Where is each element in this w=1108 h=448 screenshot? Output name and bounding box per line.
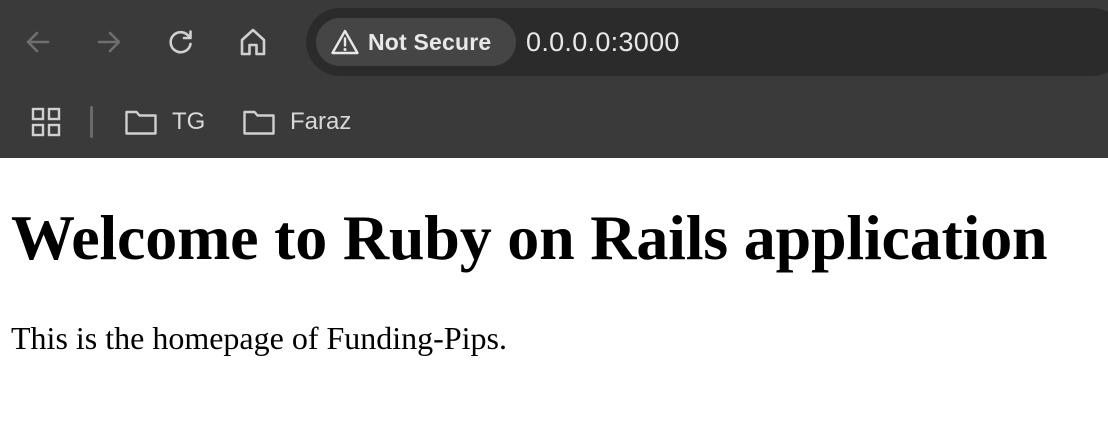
page-body-text: This is the homepage of Funding-Pips. — [11, 320, 507, 356]
arrow-left-icon — [26, 31, 50, 53]
apps-grid-icon — [31, 107, 61, 137]
security-chip[interactable]: Not Secure — [316, 18, 516, 66]
bookmark-label: TG — [172, 108, 206, 135]
bookmarks-bar: TG Faraz — [0, 86, 1108, 158]
folder-icon — [125, 110, 157, 135]
reload-icon — [169, 30, 192, 54]
browser-toolbar: Not Secure 0.0.0.0:3000 — [0, 0, 1108, 86]
page-content: Welcome to Ruby on Rails application Thi… — [0, 158, 1108, 448]
security-label: Not Secure — [368, 28, 492, 55]
bookmark-folder-tg[interactable]: TG — [124, 100, 205, 144]
bookmark-folder-faraz[interactable]: Faraz — [242, 100, 351, 144]
back-button[interactable] — [18, 22, 58, 62]
url-field[interactable]: 0.0.0.0:3000 — [526, 8, 680, 76]
arrow-right-icon — [97, 31, 121, 53]
home-icon — [240, 28, 266, 56]
reload-button[interactable] — [161, 22, 201, 62]
browser-chrome: Not Secure 0.0.0.0:3000 TG Faraz — [0, 0, 1108, 158]
apps-button[interactable] — [26, 104, 66, 140]
bookmarks-divider — [90, 106, 93, 138]
forward-button[interactable] — [89, 22, 129, 62]
page-heading: Welcome to Ruby on Rails application — [11, 202, 1048, 273]
bookmark-label: Faraz — [290, 108, 352, 135]
address-bar[interactable]: Not Secure 0.0.0.0:3000 — [306, 8, 1108, 76]
warning-triangle-icon — [331, 29, 359, 55]
folder-icon — [243, 110, 275, 135]
home-button[interactable] — [233, 22, 273, 62]
